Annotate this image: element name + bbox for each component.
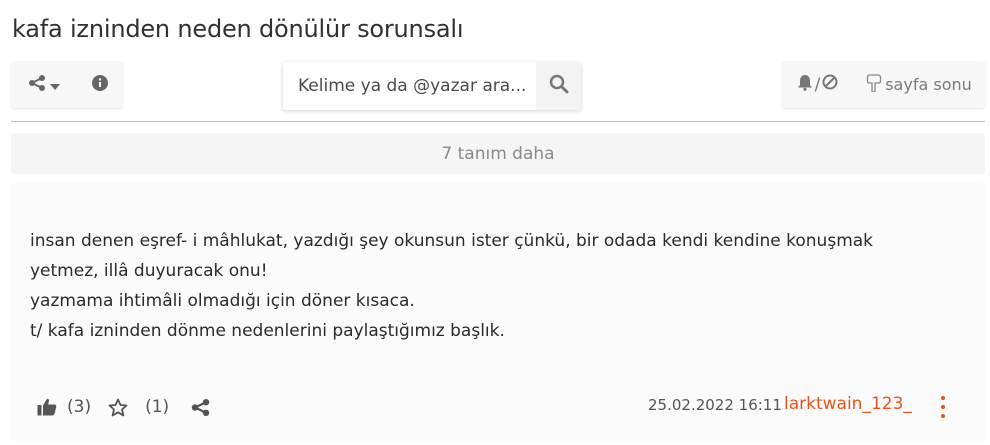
search-button[interactable] [536,62,581,110]
page-bottom-label: sayfa sonu [885,75,972,94]
entry-card: insan denen eşref- i mâhlukat, yazdığı ş… [11,183,985,441]
divider [11,121,985,122]
share-icon[interactable] [191,398,210,416]
entry-line: insan denen eşref- i mâhlukat, yazdığı ş… [30,231,874,251]
show-more-label: 7 tanım daha [441,143,555,164]
like-count: (3) [67,397,92,417]
entry-line: t/ kafa izninden dönme nedenlerini payla… [30,321,505,341]
search-icon [549,74,569,98]
star-icon[interactable] [108,398,128,417]
entry-actions: (3) (1) [37,394,210,420]
vertical-dots-icon[interactable] [936,396,950,418]
entry-date[interactable]: 25.02.2022 16:11 [648,396,782,414]
favorite-count: (1) [145,397,170,417]
entry-content: insan denen eşref- i mâhlukat, yazdığı ş… [30,226,930,346]
search-input[interactable] [283,62,536,110]
entry-line: yazmama ihtimâli olmadığı için döner kıs… [30,291,415,311]
caret-down-icon [50,75,60,94]
block-icon [822,74,838,95]
show-more-entries-button[interactable]: 7 tanım daha [11,133,985,174]
share-dropdown-button[interactable] [11,61,77,108]
entry-line: yetmez, illâ duyuracak onu! [30,261,268,281]
notification-toggle-button[interactable]: / [782,61,853,108]
info-button[interactable] [77,61,123,108]
bell-icon [797,74,813,96]
search-box [283,62,581,110]
notif-separator: / [814,74,821,95]
thumbs-up-icon[interactable] [37,398,57,416]
hand-pointing-down-icon [866,73,882,96]
share-icon [28,74,46,95]
share-info-group [11,61,123,108]
page-tools-group: / sayfa sonu [782,61,985,108]
page-bottom-button[interactable]: sayfa sonu [853,61,985,108]
entry-author[interactable]: larktwain_123_ [784,394,912,414]
topic-title[interactable]: kafa izninden neden dönülür sorunsalı [12,15,464,43]
info-icon [92,74,108,95]
